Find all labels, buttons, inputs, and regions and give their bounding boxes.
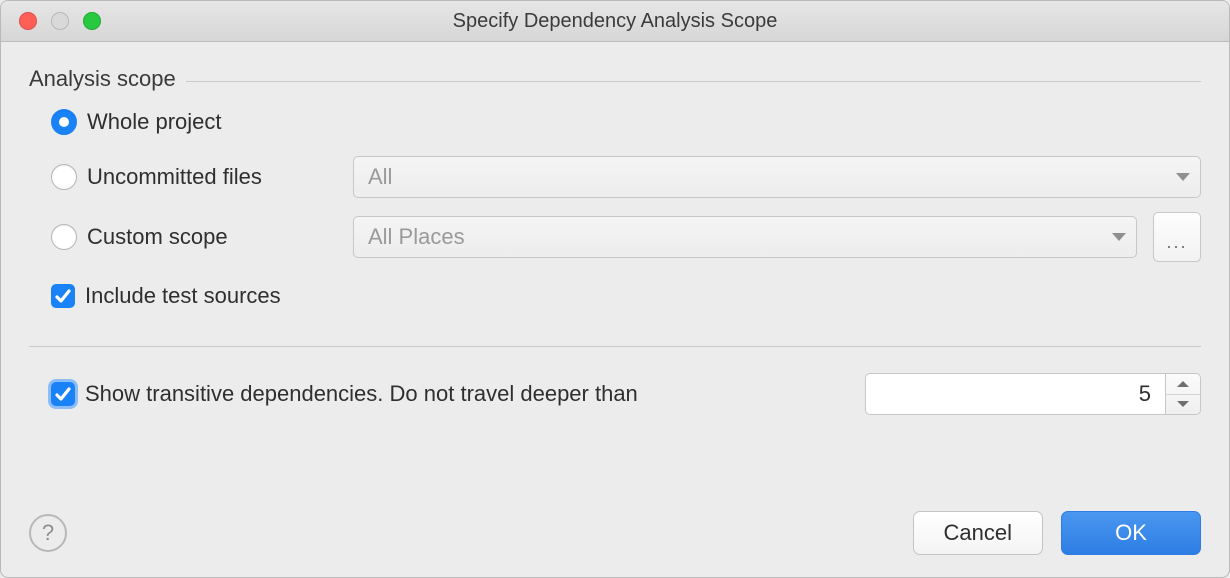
custom-scope-radio[interactable]: Custom scope bbox=[51, 224, 337, 250]
depth-step-down[interactable] bbox=[1166, 395, 1200, 415]
radio-indicator-icon bbox=[51, 109, 77, 135]
custom-scope-combo[interactable]: All Places bbox=[353, 216, 1137, 258]
transitive-checkbox[interactable]: Show transitive dependencies. Do not tra… bbox=[51, 381, 638, 407]
uncommitted-files-combo[interactable]: All bbox=[353, 156, 1201, 198]
close-window-button[interactable] bbox=[19, 12, 37, 30]
radio-indicator-icon bbox=[51, 164, 77, 190]
depth-input[interactable] bbox=[865, 373, 1165, 415]
transitive-label: Show transitive dependencies. Do not tra… bbox=[85, 381, 638, 407]
whole-project-row: Whole project bbox=[51, 102, 1201, 142]
depth-stepper bbox=[865, 373, 1201, 415]
whole-project-label: Whole project bbox=[87, 109, 222, 135]
include-tests-row: Include test sources bbox=[51, 276, 1201, 316]
cancel-button[interactable]: Cancel bbox=[913, 511, 1043, 555]
minimize-window-button bbox=[51, 12, 69, 30]
radio-indicator-icon bbox=[51, 224, 77, 250]
include-tests-checkbox[interactable]: Include test sources bbox=[51, 283, 281, 309]
titlebar: Specify Dependency Analysis Scope bbox=[1, 1, 1229, 42]
chevron-up-icon bbox=[1177, 381, 1189, 387]
help-icon: ? bbox=[42, 520, 54, 546]
checkbox-indicator-icon bbox=[51, 284, 75, 308]
custom-scope-label: Custom scope bbox=[87, 224, 337, 250]
checkbox-indicator-icon bbox=[51, 382, 75, 406]
analysis-scope-legend: Analysis scope bbox=[29, 66, 176, 92]
depth-step-up[interactable] bbox=[1166, 374, 1200, 395]
dialog-content: Analysis scope Whole project Uncommitted… bbox=[1, 42, 1229, 577]
uncommitted-files-label: Uncommitted files bbox=[87, 164, 337, 190]
custom-scope-combo-value: All Places bbox=[368, 224, 465, 250]
uncommitted-files-row: Uncommitted files All bbox=[51, 156, 1201, 198]
ok-button[interactable]: OK bbox=[1061, 511, 1201, 555]
include-tests-label: Include test sources bbox=[85, 283, 281, 309]
custom-scope-browse-button[interactable]: ... bbox=[1153, 212, 1201, 262]
maximize-window-button[interactable] bbox=[83, 12, 101, 30]
uncommitted-files-radio[interactable]: Uncommitted files bbox=[51, 164, 337, 190]
analysis-scope-options: Whole project Uncommitted files All Cust… bbox=[29, 92, 1201, 316]
whole-project-radio[interactable]: Whole project bbox=[51, 109, 222, 135]
window-title: Specify Dependency Analysis Scope bbox=[1, 10, 1229, 33]
depth-spinner bbox=[1165, 373, 1201, 415]
chevron-down-icon bbox=[1112, 233, 1126, 241]
dialog-window: Specify Dependency Analysis Scope Analys… bbox=[0, 0, 1230, 578]
uncommitted-files-combo-value: All bbox=[368, 164, 392, 190]
analysis-scope-fieldset: Analysis scope bbox=[29, 66, 1201, 92]
window-controls bbox=[1, 12, 101, 30]
section-divider bbox=[29, 346, 1201, 347]
chevron-down-icon bbox=[1177, 401, 1189, 407]
fieldset-divider bbox=[186, 81, 1201, 82]
help-button[interactable]: ? bbox=[29, 514, 67, 552]
custom-scope-row: Custom scope All Places ... bbox=[51, 212, 1201, 262]
dialog-footer: ? Cancel OK bbox=[29, 511, 1201, 557]
chevron-down-icon bbox=[1176, 173, 1190, 181]
transitive-row: Show transitive dependencies. Do not tra… bbox=[29, 373, 1201, 415]
ellipsis-icon: ... bbox=[1166, 232, 1187, 253]
